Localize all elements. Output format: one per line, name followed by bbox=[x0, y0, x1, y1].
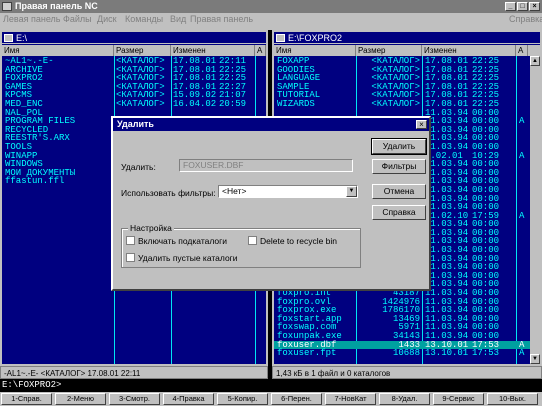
col-modified[interactable]: Изменен bbox=[171, 45, 255, 56]
window-title: Правая панель NC bbox=[15, 1, 98, 11]
filters-button[interactable]: Фильтры bbox=[372, 159, 426, 174]
file-time: 17:53 bbox=[472, 348, 500, 359]
app-icon[interactable] bbox=[2, 2, 12, 11]
close-icon[interactable]: × bbox=[416, 120, 427, 129]
menu-help[interactable]: Справка bbox=[509, 13, 542, 26]
left-panel-title[interactable]: E:\ bbox=[2, 32, 266, 44]
delete-button[interactable]: Удалить bbox=[371, 138, 427, 155]
minimize-icon[interactable]: _ bbox=[505, 2, 516, 11]
left-column-headers: Имя Размер Изменен A bbox=[2, 45, 266, 56]
menu-right-panel[interactable]: Правая панель bbox=[190, 13, 253, 26]
maximize-icon[interactable]: □ bbox=[517, 2, 528, 11]
fkey-button[interactable]: 3-Смотр. bbox=[109, 393, 160, 405]
left-panel-status: -AL1~.-E- <КАТАЛОГ> 17.08.01 22:11 bbox=[0, 366, 268, 379]
file-name: WIZARDS bbox=[277, 98, 315, 109]
scroll-down-icon[interactable]: ▼ bbox=[530, 354, 540, 364]
fkey-button[interactable]: 9-Сервис bbox=[433, 393, 484, 405]
right-panel-path: E:\FOXPRO2 bbox=[288, 33, 343, 43]
delete-empty-dirs-checkbox[interactable]: Удалить пустые каталоги bbox=[126, 253, 238, 263]
right-scrollbar[interactable]: ▲ ▼ bbox=[530, 56, 540, 364]
menu-files[interactable]: Файлы bbox=[63, 13, 92, 26]
checkbox-box[interactable] bbox=[126, 253, 135, 262]
filter-select[interactable]: <Нет> ▼ bbox=[218, 185, 358, 198]
chevron-down-icon[interactable]: ▼ bbox=[346, 186, 357, 197]
drive-icon bbox=[276, 34, 285, 42]
settings-group-title: Настройка bbox=[128, 223, 174, 233]
file-date: 16.04.02 bbox=[173, 98, 217, 109]
help-button[interactable]: Справка bbox=[372, 205, 426, 220]
fkey-button[interactable]: 10-Вых. bbox=[487, 393, 538, 405]
file-date: 13.10.01 bbox=[425, 348, 469, 359]
settings-group: Настройка Включать подкаталоги Delete to… bbox=[121, 223, 361, 268]
right-column-headers: Имя Размер Изменен A bbox=[274, 45, 540, 56]
file-attr: A bbox=[519, 348, 525, 359]
col-attr[interactable]: A bbox=[255, 45, 266, 56]
col-modified[interactable]: Изменен bbox=[422, 45, 516, 56]
fkey-button[interactable]: 6-Перен. bbox=[271, 393, 322, 405]
fkey-button[interactable]: 2-Меню bbox=[55, 393, 106, 405]
fkey-button[interactable]: 8-Удал. bbox=[379, 393, 430, 405]
delete-target-field: FOXUSER.DBF bbox=[179, 159, 353, 172]
fkey-button[interactable]: 1-Справ. bbox=[1, 393, 52, 405]
window-title-bar: Правая панель NC _ □ × bbox=[0, 0, 542, 13]
file-name: foxuser.fpt bbox=[277, 348, 337, 359]
fkey-button[interactable]: 4-Правка bbox=[163, 393, 214, 405]
file-size: <КАТАЛОГ> bbox=[116, 98, 165, 109]
col-name[interactable]: Имя bbox=[2, 45, 114, 56]
scroll-up-icon[interactable]: ▲ bbox=[530, 56, 540, 66]
fkey-button[interactable]: 5-Копир. bbox=[217, 393, 268, 405]
fkey-button[interactable]: 7-НовКат bbox=[325, 393, 376, 405]
menu-commands[interactable]: Команды bbox=[125, 13, 163, 26]
dialog-title: Удалить bbox=[113, 118, 429, 131]
checkbox-box[interactable] bbox=[248, 236, 257, 245]
include-subdirs-label: Включать подкаталоги bbox=[138, 236, 227, 246]
close-icon[interactable]: × bbox=[529, 2, 540, 11]
cancel-button[interactable]: Отмена bbox=[372, 184, 426, 199]
recycle-bin-label: Delete to recycle bin bbox=[260, 236, 338, 246]
file-attr: A bbox=[519, 116, 525, 127]
file-size: 10688 bbox=[392, 348, 420, 359]
file-name: ffastun.ffl bbox=[5, 176, 65, 187]
include-subdirs-checkbox[interactable]: Включать подкаталоги bbox=[126, 236, 227, 246]
col-size[interactable]: Размер bbox=[356, 45, 422, 56]
file-attr: A bbox=[519, 150, 525, 161]
menu-bar: Левая панель Файлы Диск Команды Вид Прав… bbox=[0, 13, 542, 26]
command-line[interactable]: E:\FOXPRO2> bbox=[0, 379, 542, 392]
recycle-bin-checkbox[interactable]: Delete to recycle bin bbox=[248, 236, 337, 246]
menu-left-panel[interactable]: Левая панель bbox=[3, 13, 60, 26]
col-name[interactable]: Имя bbox=[274, 45, 356, 56]
file-row[interactable]: foxuser.fpt 10688 13.10.01 17:53 A bbox=[274, 349, 530, 358]
filter-label: Использовать фильтры: bbox=[121, 188, 216, 198]
filter-select-value: <Нет> bbox=[222, 186, 247, 196]
delete-label: Удалить: bbox=[121, 162, 156, 172]
delete-dialog: Удалить × Удалить: FOXUSER.DBF Использов… bbox=[111, 116, 431, 291]
col-attr[interactable]: A bbox=[516, 45, 528, 56]
right-panel-title[interactable]: E:\FOXPRO2 bbox=[274, 32, 540, 44]
checkbox-box[interactable] bbox=[126, 236, 135, 245]
menu-disk[interactable]: Диск bbox=[97, 13, 117, 26]
file-attr: A bbox=[519, 210, 525, 221]
file-size: <КАТАЛОГ> bbox=[371, 98, 420, 109]
col-size[interactable]: Размер bbox=[114, 45, 171, 56]
menu-view[interactable]: Вид bbox=[170, 13, 186, 26]
right-panel-status: 1,43 кБ в 1 файл и 0 каталогов bbox=[272, 366, 542, 379]
drive-icon bbox=[4, 34, 13, 42]
function-key-bar: 1-Справ. 2-Меню 3-Смотр. 4-Правка 5-Копир. 6-… bbox=[0, 392, 542, 406]
file-time: 20:59 bbox=[219, 98, 247, 109]
left-panel-path: E:\ bbox=[16, 33, 28, 43]
delete-empty-dirs-label: Удалить пустые каталоги bbox=[138, 253, 238, 263]
